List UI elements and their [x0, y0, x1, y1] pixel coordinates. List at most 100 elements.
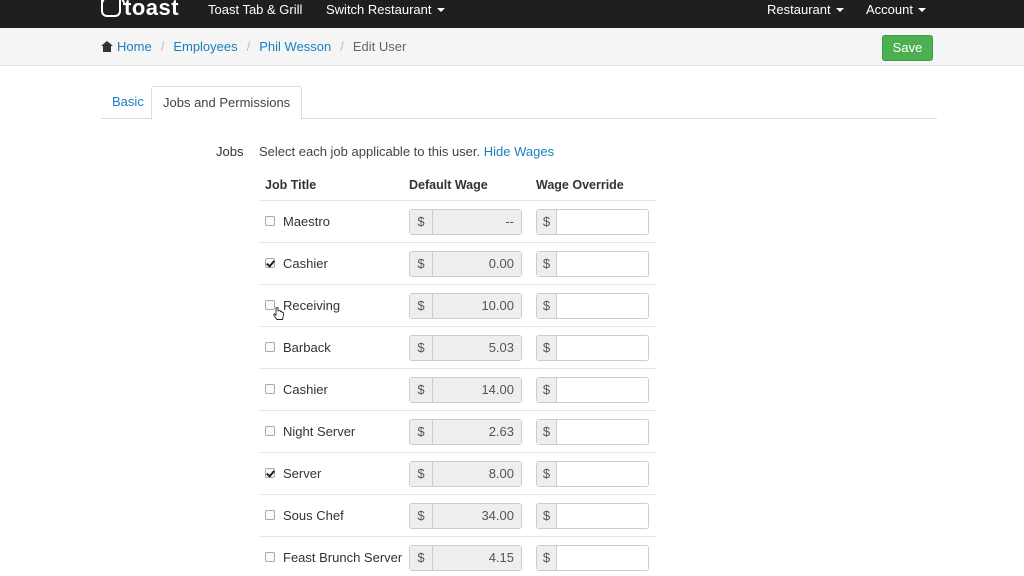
- default-wage-field: $4.15: [409, 545, 522, 571]
- breadcrumb-current: Edit User: [352, 39, 407, 54]
- wage-override-field: $: [536, 545, 649, 571]
- wage-override-input[interactable]: [557, 378, 648, 402]
- account-menu-label: Account: [866, 2, 913, 17]
- wage-override-input[interactable]: [557, 210, 648, 234]
- job-row: Sous Chef $34.00 $: [259, 495, 656, 537]
- job-checkbox[interactable]: [265, 384, 275, 394]
- currency-addon: $: [537, 420, 557, 444]
- job-checkbox[interactable]: [265, 342, 275, 352]
- wage-override-field: $: [536, 251, 649, 277]
- job-title: Cashier: [283, 256, 328, 271]
- wage-override-input[interactable]: [557, 294, 648, 318]
- job-checkbox[interactable]: [265, 552, 275, 562]
- jobs-help-text: Select each job applicable to this user.…: [259, 144, 554, 159]
- caret-down-icon: [917, 7, 926, 12]
- currency-addon: $: [537, 462, 557, 486]
- restaurant-menu[interactable]: Restaurant: [767, 0, 844, 22]
- hand-pointer-icon: [273, 307, 284, 320]
- currency-addon: $: [410, 462, 433, 486]
- top-navbar: toast Toast Tab & Grill Switch Restauran…: [0, 0, 1024, 28]
- job-row: Night Server $2.63 $: [259, 411, 656, 453]
- default-wage-value: 14.00: [433, 378, 521, 402]
- default-wage-value: 8.00: [433, 462, 521, 486]
- job-checkbox[interactable]: [265, 510, 275, 520]
- wage-override-field: $: [536, 503, 649, 529]
- default-wage-field: $34.00: [409, 503, 522, 529]
- wage-override-field: $: [536, 377, 649, 403]
- job-title: Cashier: [283, 382, 328, 397]
- wage-override-input[interactable]: [557, 420, 648, 444]
- currency-addon: $: [537, 210, 557, 234]
- job-checkbox[interactable]: [265, 426, 275, 436]
- hide-wages-link[interactable]: Hide Wages: [484, 144, 554, 159]
- toast-logo[interactable]: toast: [100, 0, 180, 20]
- breadcrumb-separator: /: [160, 39, 165, 54]
- default-wage-field: $2.63: [409, 419, 522, 445]
- breadcrumb-employee-name[interactable]: Phil Wesson: [259, 39, 331, 54]
- jobs-label: Jobs: [216, 144, 244, 159]
- column-header-wage-override: Wage Override: [536, 178, 624, 192]
- logo-text: toast: [124, 0, 180, 20]
- tab-bar: Basic Jobs and Permissions: [101, 86, 937, 120]
- default-wage-field: $10.00: [409, 293, 522, 319]
- job-title: Receiving: [283, 298, 341, 313]
- job-checkbox[interactable]: [265, 468, 275, 478]
- caret-down-icon: [436, 7, 445, 12]
- currency-addon: $: [410, 378, 433, 402]
- jobs-table: Job Title Default Wage Wage Override Mae…: [259, 170, 656, 576]
- column-header-default-wage: Default Wage: [409, 178, 488, 192]
- wage-override-input[interactable]: [557, 252, 648, 276]
- account-menu[interactable]: Account: [866, 0, 926, 22]
- restaurant-name-link[interactable]: Toast Tab & Grill: [208, 0, 302, 22]
- save-button[interactable]: Save: [882, 35, 933, 61]
- currency-addon: $: [537, 378, 557, 402]
- currency-addon: $: [410, 504, 433, 528]
- toast-logo-icon: [100, 0, 125, 17]
- job-title: Server: [283, 466, 322, 481]
- currency-addon: $: [537, 252, 557, 276]
- default-wage-field: $5.03: [409, 335, 522, 361]
- wage-override-field: $: [536, 209, 649, 235]
- default-wage-value: 2.63: [433, 420, 521, 444]
- job-title: Maestro: [283, 214, 330, 229]
- default-wage-value: 34.00: [433, 504, 521, 528]
- job-title: Barback: [283, 340, 331, 355]
- default-wage-value: 10.00: [433, 294, 521, 318]
- currency-addon: $: [410, 210, 433, 234]
- default-wage-field: $0.00: [409, 251, 522, 277]
- currency-addon: $: [410, 420, 433, 444]
- job-title: Night Server: [283, 424, 356, 439]
- tab-basic[interactable]: Basic: [101, 86, 155, 119]
- tab-jobs-and-permissions[interactable]: Jobs and Permissions: [151, 86, 303, 120]
- default-wage-value: 0.00: [433, 252, 521, 276]
- wage-override-input[interactable]: [557, 546, 648, 570]
- restaurant-menu-label: Restaurant: [767, 2, 831, 17]
- job-row: Feast Brunch Server $4.15 $: [259, 537, 656, 576]
- jobs-help-sentence: Select each job applicable to this user.: [259, 144, 481, 159]
- currency-addon: $: [410, 336, 433, 360]
- switch-restaurant-label: Switch Restaurant: [326, 2, 432, 17]
- wage-override-field: $: [536, 335, 649, 361]
- job-title: Feast Brunch Server: [283, 550, 403, 565]
- switch-restaurant-menu[interactable]: Switch Restaurant: [326, 0, 445, 22]
- breadcrumb-bar: Home / Employees / Phil Wesson / Edit Us…: [0, 28, 1024, 66]
- breadcrumb-employees[interactable]: Employees: [173, 39, 237, 54]
- wage-override-input[interactable]: [557, 336, 648, 360]
- breadcrumb-separator: /: [246, 39, 251, 54]
- default-wage-value: 4.15: [433, 546, 521, 570]
- home-icon[interactable]: [101, 41, 113, 52]
- default-wage-field: $ --: [409, 209, 522, 235]
- job-row: Maestro $ -- $: [259, 201, 656, 243]
- job-checkbox[interactable]: [265, 258, 275, 268]
- caret-down-icon: [835, 7, 844, 12]
- wage-override-input[interactable]: [557, 504, 648, 528]
- breadcrumb-separator: /: [340, 39, 344, 54]
- wage-override-input[interactable]: [557, 462, 648, 486]
- breadcrumb: Home / Employees / Phil Wesson / Edit Us…: [101, 39, 406, 54]
- currency-addon: $: [410, 252, 433, 276]
- job-checkbox[interactable]: [265, 216, 275, 226]
- default-wage-field: $14.00: [409, 377, 522, 403]
- breadcrumb-home[interactable]: Home: [117, 39, 152, 54]
- currency-addon: $: [537, 294, 557, 318]
- job-row: Cashier $0.00 $: [259, 243, 656, 285]
